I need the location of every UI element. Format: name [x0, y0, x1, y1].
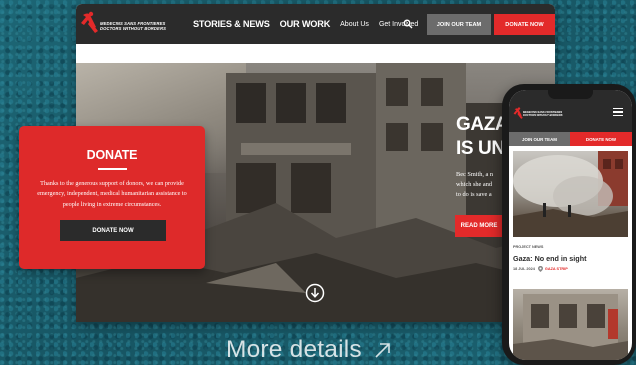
phone-notch — [548, 90, 593, 99]
search-icon[interactable] — [403, 19, 413, 29]
phone-second-article-image[interactable] — [513, 289, 628, 360]
join-our-team-button[interactable]: JOIN OUR TEAM — [427, 14, 491, 35]
more-details-link[interactable]: More details — [226, 336, 393, 364]
hamburger-menu-icon[interactable] — [613, 108, 623, 117]
article-location[interactable]: GAZA STRIP — [545, 267, 568, 271]
nav-our-work[interactable]: OUR WORK — [280, 19, 331, 29]
desktop-menu: STORIES & NEWS OUR WORK About Us Get Inv… — [193, 4, 428, 44]
donate-card: DONATE Thanks to the generous support of… — [19, 126, 205, 269]
donate-now-button[interactable]: DONATE NOW — [494, 14, 555, 35]
nav-about-us[interactable]: About Us — [340, 21, 369, 28]
donate-card-button[interactable]: DONATE NOW — [60, 220, 166, 241]
nav-stories-news[interactable]: STORIES & NEWS — [193, 19, 270, 29]
phone-logo-wordmark: MEDECINS SANS FRONTIERES DOCTORS WITHOUT… — [523, 111, 563, 118]
article-date: 18 JUL 2024 — [513, 267, 535, 271]
phone-screen: MEDECINS SANS FRONTIERES DOCTORS WITHOUT… — [509, 90, 632, 360]
donate-card-title: DONATE — [86, 148, 138, 162]
location-pin-icon — [537, 266, 543, 272]
article-meta: 18 JUL 2024 GAZA STRIP — [513, 266, 568, 272]
smoke-scene-image — [513, 151, 628, 237]
phone-mockup: MEDECINS SANS FRONTIERES DOCTORS WITHOUT… — [502, 84, 636, 365]
msf-logo[interactable]: MEDECINS SANS FRONTIERES DOCTORS WITHOUT… — [80, 11, 166, 37]
damaged-building-image — [513, 294, 628, 360]
logo-wordmark: MEDECINS SANS FRONTIERES DOCTORS WITHOUT… — [100, 21, 166, 31]
phone-article-image[interactable] — [513, 151, 628, 237]
phone-join-our-team-button[interactable]: JOIN OUR TEAM — [509, 132, 570, 146]
donate-card-body: Thanks to the generous support of donors… — [37, 180, 187, 208]
read-more-button[interactable]: READ MORE — [455, 215, 503, 237]
phone-donate-now-button[interactable]: DONATE NOW — [570, 132, 632, 146]
desktop-navbar: MEDECINS SANS FRONTIERES DOCTORS WITHOUT… — [76, 4, 555, 44]
msf-logo-icon — [81, 11, 98, 33]
article-headline[interactable]: Gaza: No end in sight — [513, 254, 586, 263]
donate-card-divider — [98, 168, 127, 170]
more-details-label: More details — [226, 336, 362, 363]
external-arrow-icon — [375, 343, 390, 358]
scroll-down-icon[interactable] — [305, 283, 325, 303]
article-tag: PROJECT NEWS — [513, 245, 544, 249]
